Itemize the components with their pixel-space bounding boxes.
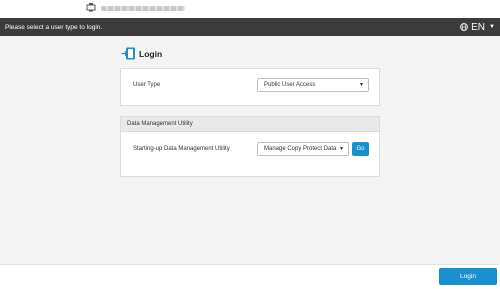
device-name-blurred (101, 6, 185, 11)
login-button[interactable]: Login (439, 268, 497, 285)
go-button[interactable]: Go (352, 142, 369, 156)
user-type-label: User Type (133, 82, 161, 88)
login-heading: Login (121, 47, 162, 60)
utility-select[interactable]: Manage Copy Protect Data ▼ (257, 142, 349, 156)
top-strip (0, 0, 500, 18)
user-type-panel: User Type Public User Access ▼ (120, 68, 380, 106)
login-title: Login (139, 48, 163, 59)
header-bar: Please select a user type to login. EN ▼ (0, 18, 500, 36)
user-type-value: Public User Access (264, 82, 316, 88)
mfp-device-icon (86, 2, 97, 12)
footer-bar (0, 264, 500, 289)
login-door-icon (121, 47, 136, 60)
startup-label: Starting-up Data Management Utility (133, 146, 230, 152)
user-type-select[interactable]: Public User Access ▼ (257, 78, 369, 92)
globe-icon (460, 23, 468, 31)
chevron-down-icon: ▼ (339, 146, 344, 152)
data-management-header: Data Management Utility (121, 117, 379, 132)
device-logo-area (86, 2, 185, 12)
utility-value: Manage Copy Protect Data (264, 146, 337, 152)
chevron-down-icon: ▼ (359, 82, 364, 88)
language-label: EN (471, 21, 486, 33)
instruction-text: Please select a user type to login. (5, 23, 103, 31)
language-selector[interactable]: EN ▼ (460, 18, 495, 36)
caret-down-icon: ▼ (489, 24, 495, 30)
data-management-panel: Data Management Utility Starting-up Data… (120, 116, 380, 177)
